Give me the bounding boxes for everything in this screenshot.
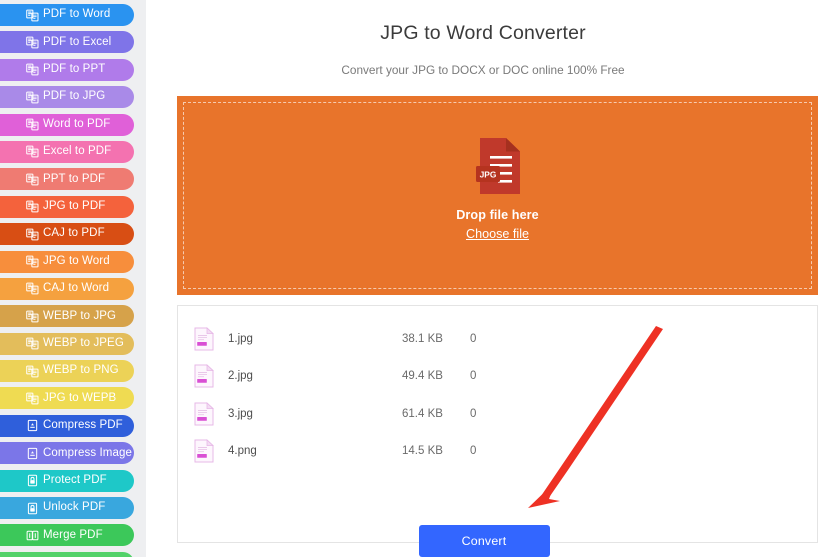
sidebar-item-jpg-to-word[interactable]: JPG to Word (0, 250, 134, 273)
sidebar-item-label: JPG to Word (43, 254, 110, 267)
sidebar-item-protect-pdf[interactable]: Protect PDF (0, 469, 134, 492)
sidebar-item-label: PDF to Excel (43, 35, 112, 48)
file-count: 0 (470, 445, 477, 458)
file-count: 0 (470, 370, 477, 383)
sidebar-item-label: WEBP to PNG (43, 364, 119, 377)
sidebar-item-compress-pdf[interactable]: Compress PDF (0, 414, 134, 437)
sidebar-item-label: Unlock PDF (43, 501, 106, 514)
image-file-icon (194, 401, 215, 426)
sidebar-item-label: Excel to PDF (43, 145, 112, 158)
sidebar-item-merge-pdf[interactable]: Merge PDF (0, 524, 134, 547)
page-subtitle: Convert your JPG to DOCX or DOC online 1… (341, 63, 625, 77)
sidebar-item-pdf-to-excel[interactable]: PDF to Excel (0, 31, 134, 54)
convert-doc-icon (26, 200, 39, 213)
file-list-panel: 1.jpg 38.1 KB 0 2.jpg 49.4 KB 0 3.jpg 61.4 KB 0 4… (177, 305, 818, 543)
convert-doc-icon (26, 255, 39, 268)
file-name: 2.jpg (228, 370, 253, 383)
convert-doc-icon (26, 36, 39, 49)
sidebar-item-unlock-pdf[interactable]: Unlock PDF (0, 497, 134, 520)
sidebar: PDF to Word PDF to Excel PDF to PPT PDF to … (0, 0, 146, 557)
sidebar-item-webp-to-jpeg[interactable]: WEBP to JPEG (0, 332, 134, 355)
sidebar-item-label: Compress Image (43, 446, 132, 459)
file-count: 0 (470, 407, 477, 420)
sidebar-item-webp-to-png[interactable]: WEBP to PNG (0, 360, 134, 383)
sidebar-item-label: Word to PDF (43, 117, 111, 130)
file-size: 49.4 KB (402, 370, 443, 383)
sidebar-item-label: WEBP to JPG (43, 309, 117, 322)
dropzone-title: Drop file here (456, 208, 539, 222)
sidebar-item-label: CAJ to Word (43, 282, 110, 295)
file-name: 1.jpg (228, 332, 253, 345)
sidebar-item-label: PPT to PDF (43, 172, 106, 185)
convert-doc-icon (26, 63, 39, 76)
sidebar-item-label: Compress PDF (43, 419, 123, 432)
sidebar-item-label: CAJ to PDF (43, 227, 105, 240)
sidebar-item-word-to-pdf[interactable]: Word to PDF (0, 113, 134, 136)
sidebar-item-pdf-to-word[interactable]: PDF to Word (0, 4, 134, 26)
sidebar-item-label: JPG to WEPB (43, 391, 117, 404)
sidebar-item-label: JPG to PDF (43, 199, 106, 212)
dropzone-dashed-border: JPG Drop file here Choose file (183, 102, 812, 289)
compress-icon (26, 419, 39, 432)
sidebar-item-pdf-to-jpg[interactable]: PDF to JPG (0, 86, 134, 109)
image-file-icon (194, 326, 215, 351)
page-root: PDF to Word PDF to Excel PDF to PPT PDF to … (0, 0, 822, 557)
file-name: 4.png (228, 445, 257, 458)
sidebar-item-label: Merge PDF (43, 528, 103, 541)
sidebar-item-webp-to-jpg[interactable]: WEBP to JPG (0, 305, 134, 328)
main-content: JPG to Word Converter Convert your JPG t… (146, 0, 822, 557)
sidebar-item-label: PDF to JPG (43, 90, 106, 103)
convert-doc-icon (26, 173, 39, 186)
table-row[interactable]: 3.jpg 61.4 KB 0 (178, 395, 817, 433)
convert-doc-icon (26, 392, 39, 405)
convert-doc-icon (26, 9, 39, 22)
table-row[interactable]: 4.png 14.5 KB 0 (178, 433, 817, 471)
convert-doc-icon (26, 365, 39, 378)
compress-icon (26, 447, 39, 460)
file-size: 61.4 KB (402, 407, 443, 420)
sidebar-item-jpg-to-wepb[interactable]: JPG to WEPB (0, 387, 134, 410)
sidebar-item-jpg-to-pdf[interactable]: JPG to PDF (0, 195, 134, 218)
unlock-icon (26, 502, 39, 515)
convert-doc-icon (26, 145, 39, 158)
sidebar-item-label: WEBP to JPEG (43, 336, 124, 349)
file-size: 14.5 KB (402, 445, 443, 458)
table-row[interactable]: 2.jpg 49.4 KB 0 (178, 358, 817, 396)
convert-button-container: Convert (146, 525, 822, 557)
sidebar-item-excel-to-pdf[interactable]: Excel to PDF (0, 140, 134, 163)
sidebar-item-label: PDF to Word (43, 8, 111, 21)
page-title: JPG to Word Converter (380, 22, 586, 44)
sidebar-item-ppt-to-pdf[interactable]: PPT to PDF (0, 168, 134, 191)
file-name: 3.jpg (228, 407, 253, 420)
sidebar-item-caj-to-pdf[interactable]: CAJ to PDF (0, 223, 134, 246)
sidebar-item-compress-image[interactable]: Compress Image (0, 442, 134, 465)
sidebar-item-label: PDF to PPT (43, 63, 106, 76)
convert-doc-icon (26, 228, 39, 241)
merge-icon (26, 529, 39, 542)
convert-doc-icon (26, 91, 39, 104)
convert-doc-icon (26, 337, 39, 350)
file-dropzone[interactable]: JPG Drop file here Choose file (177, 96, 818, 295)
convert-doc-icon (26, 282, 39, 295)
table-row[interactable]: 1.jpg 38.1 KB 0 (178, 320, 817, 358)
image-file-icon (194, 364, 215, 388)
sidebar-item-caj-to-word[interactable]: CAJ to Word (0, 277, 134, 300)
sidebar-item-pdf-to-ppt[interactable]: PDF to PPT (0, 58, 134, 81)
convert-button[interactable]: Convert (418, 525, 550, 557)
file-count: 0 (470, 332, 477, 345)
sidebar-item-label: Protect PDF (43, 473, 107, 486)
convert-doc-icon (26, 310, 39, 323)
lock-icon (26, 474, 39, 487)
image-file-icon (194, 439, 215, 463)
sidebar-item-partial-20[interactable] (0, 551, 134, 557)
jpg-file-icon: JPG (475, 138, 520, 194)
convert-doc-icon (26, 118, 39, 131)
file-size: 38.1 KB (402, 332, 443, 345)
jpg-icon-label: JPG (479, 170, 496, 180)
choose-file-link[interactable]: Choose file (466, 227, 529, 241)
